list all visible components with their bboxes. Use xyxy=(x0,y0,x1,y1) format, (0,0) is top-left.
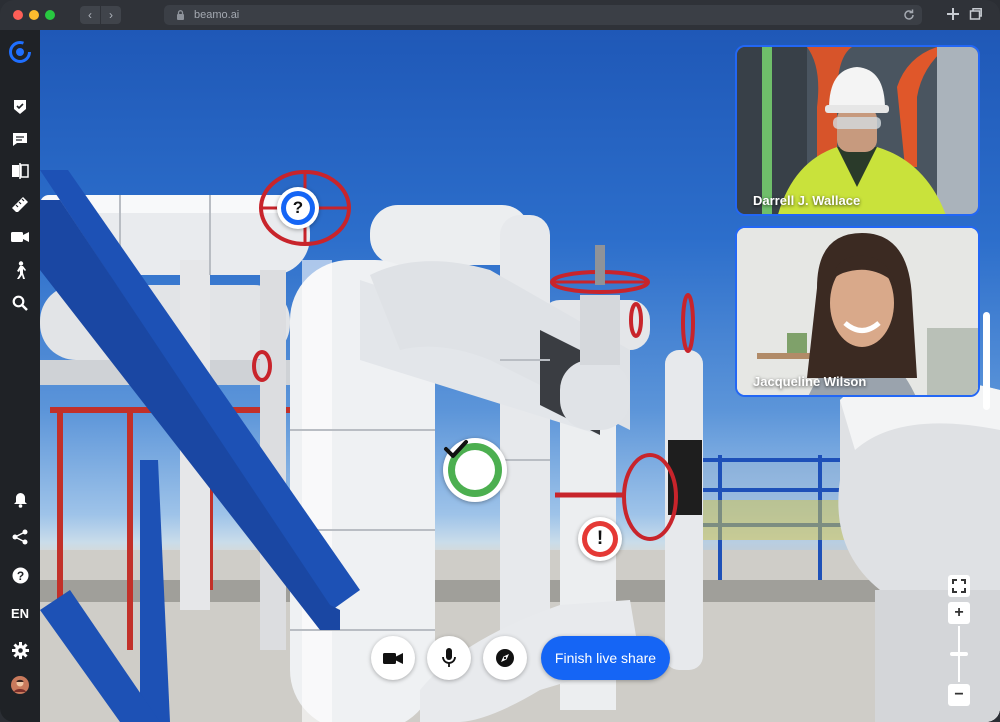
address-bar[interactable]: beamo.ai xyxy=(164,5,922,25)
minimize-window-button[interactable] xyxy=(29,10,39,20)
fullscreen-button[interactable] xyxy=(948,575,970,597)
question-symbol: ? xyxy=(286,196,310,220)
video-camera-icon[interactable] xyxy=(10,227,30,247)
participant-video-tile[interactable]: Darrell J. Wallace xyxy=(735,45,980,216)
chat-icon[interactable] xyxy=(10,129,30,149)
share-icon[interactable] xyxy=(10,527,30,547)
question-marker[interactable]: ? xyxy=(277,187,319,229)
participant-name: Jacqueline Wilson xyxy=(753,374,867,389)
zoom-in-button[interactable]: + xyxy=(948,602,970,624)
check-icon xyxy=(444,440,468,458)
browser-toolbar: ‹ › beamo.ai xyxy=(0,0,1000,30)
url-text: beamo.ai xyxy=(194,9,240,21)
back-arrow-icon[interactable]: ‹ xyxy=(80,6,100,24)
microphone-icon xyxy=(442,648,456,667)
forward-arrow-icon[interactable]: › xyxy=(101,6,121,24)
checklist-icon[interactable] xyxy=(10,97,30,117)
participant-video-feed xyxy=(737,228,978,395)
help-icon[interactable]: ? xyxy=(10,565,30,585)
check-marker[interactable] xyxy=(443,438,507,502)
lock-icon xyxy=(177,10,184,20)
walk-icon[interactable] xyxy=(10,260,30,280)
zoom-slider-handle[interactable] xyxy=(950,652,968,656)
maximize-window-button[interactable] xyxy=(45,10,55,20)
scrollbar-thumb[interactable] xyxy=(983,312,990,410)
sidebar: ? EN xyxy=(0,30,40,722)
warning-symbol: ! xyxy=(587,526,613,552)
new-tab-plus-icon[interactable] xyxy=(946,7,960,21)
svg-text:?: ? xyxy=(16,569,23,583)
compare-icon[interactable] xyxy=(10,161,30,181)
participant-name: Darrell J. Wallace xyxy=(753,193,861,208)
search-icon[interactable] xyxy=(10,293,30,313)
bell-icon[interactable] xyxy=(10,490,30,510)
settings-icon[interactable] xyxy=(10,640,30,660)
compass-button[interactable] xyxy=(483,636,527,680)
measure-icon[interactable] xyxy=(10,194,30,214)
avatar[interactable] xyxy=(10,675,30,695)
zoom-out-button[interactable]: − xyxy=(948,684,970,706)
app-window: ‹ › beamo.ai ? ! Darrell J. Wallace Jacq… xyxy=(0,0,1000,722)
camera-toggle-button[interactable] xyxy=(371,636,415,680)
reload-icon[interactable] xyxy=(902,8,916,22)
participant-video-tile[interactable]: Jacqueline Wilson xyxy=(735,226,980,397)
participant-video-feed xyxy=(737,47,978,214)
video-camera-icon xyxy=(383,652,403,664)
warning-marker[interactable]: ! xyxy=(578,517,622,561)
beamo-logo-icon[interactable] xyxy=(8,40,32,64)
fullscreen-icon xyxy=(952,579,966,593)
tabs-overview-icon[interactable] xyxy=(969,7,983,21)
language-selector[interactable]: EN xyxy=(4,606,36,621)
compass-icon xyxy=(496,649,514,667)
microphone-toggle-button[interactable] xyxy=(427,636,471,680)
finish-live-share-button[interactable]: Finish live share xyxy=(541,636,670,680)
close-window-button[interactable] xyxy=(13,10,23,20)
